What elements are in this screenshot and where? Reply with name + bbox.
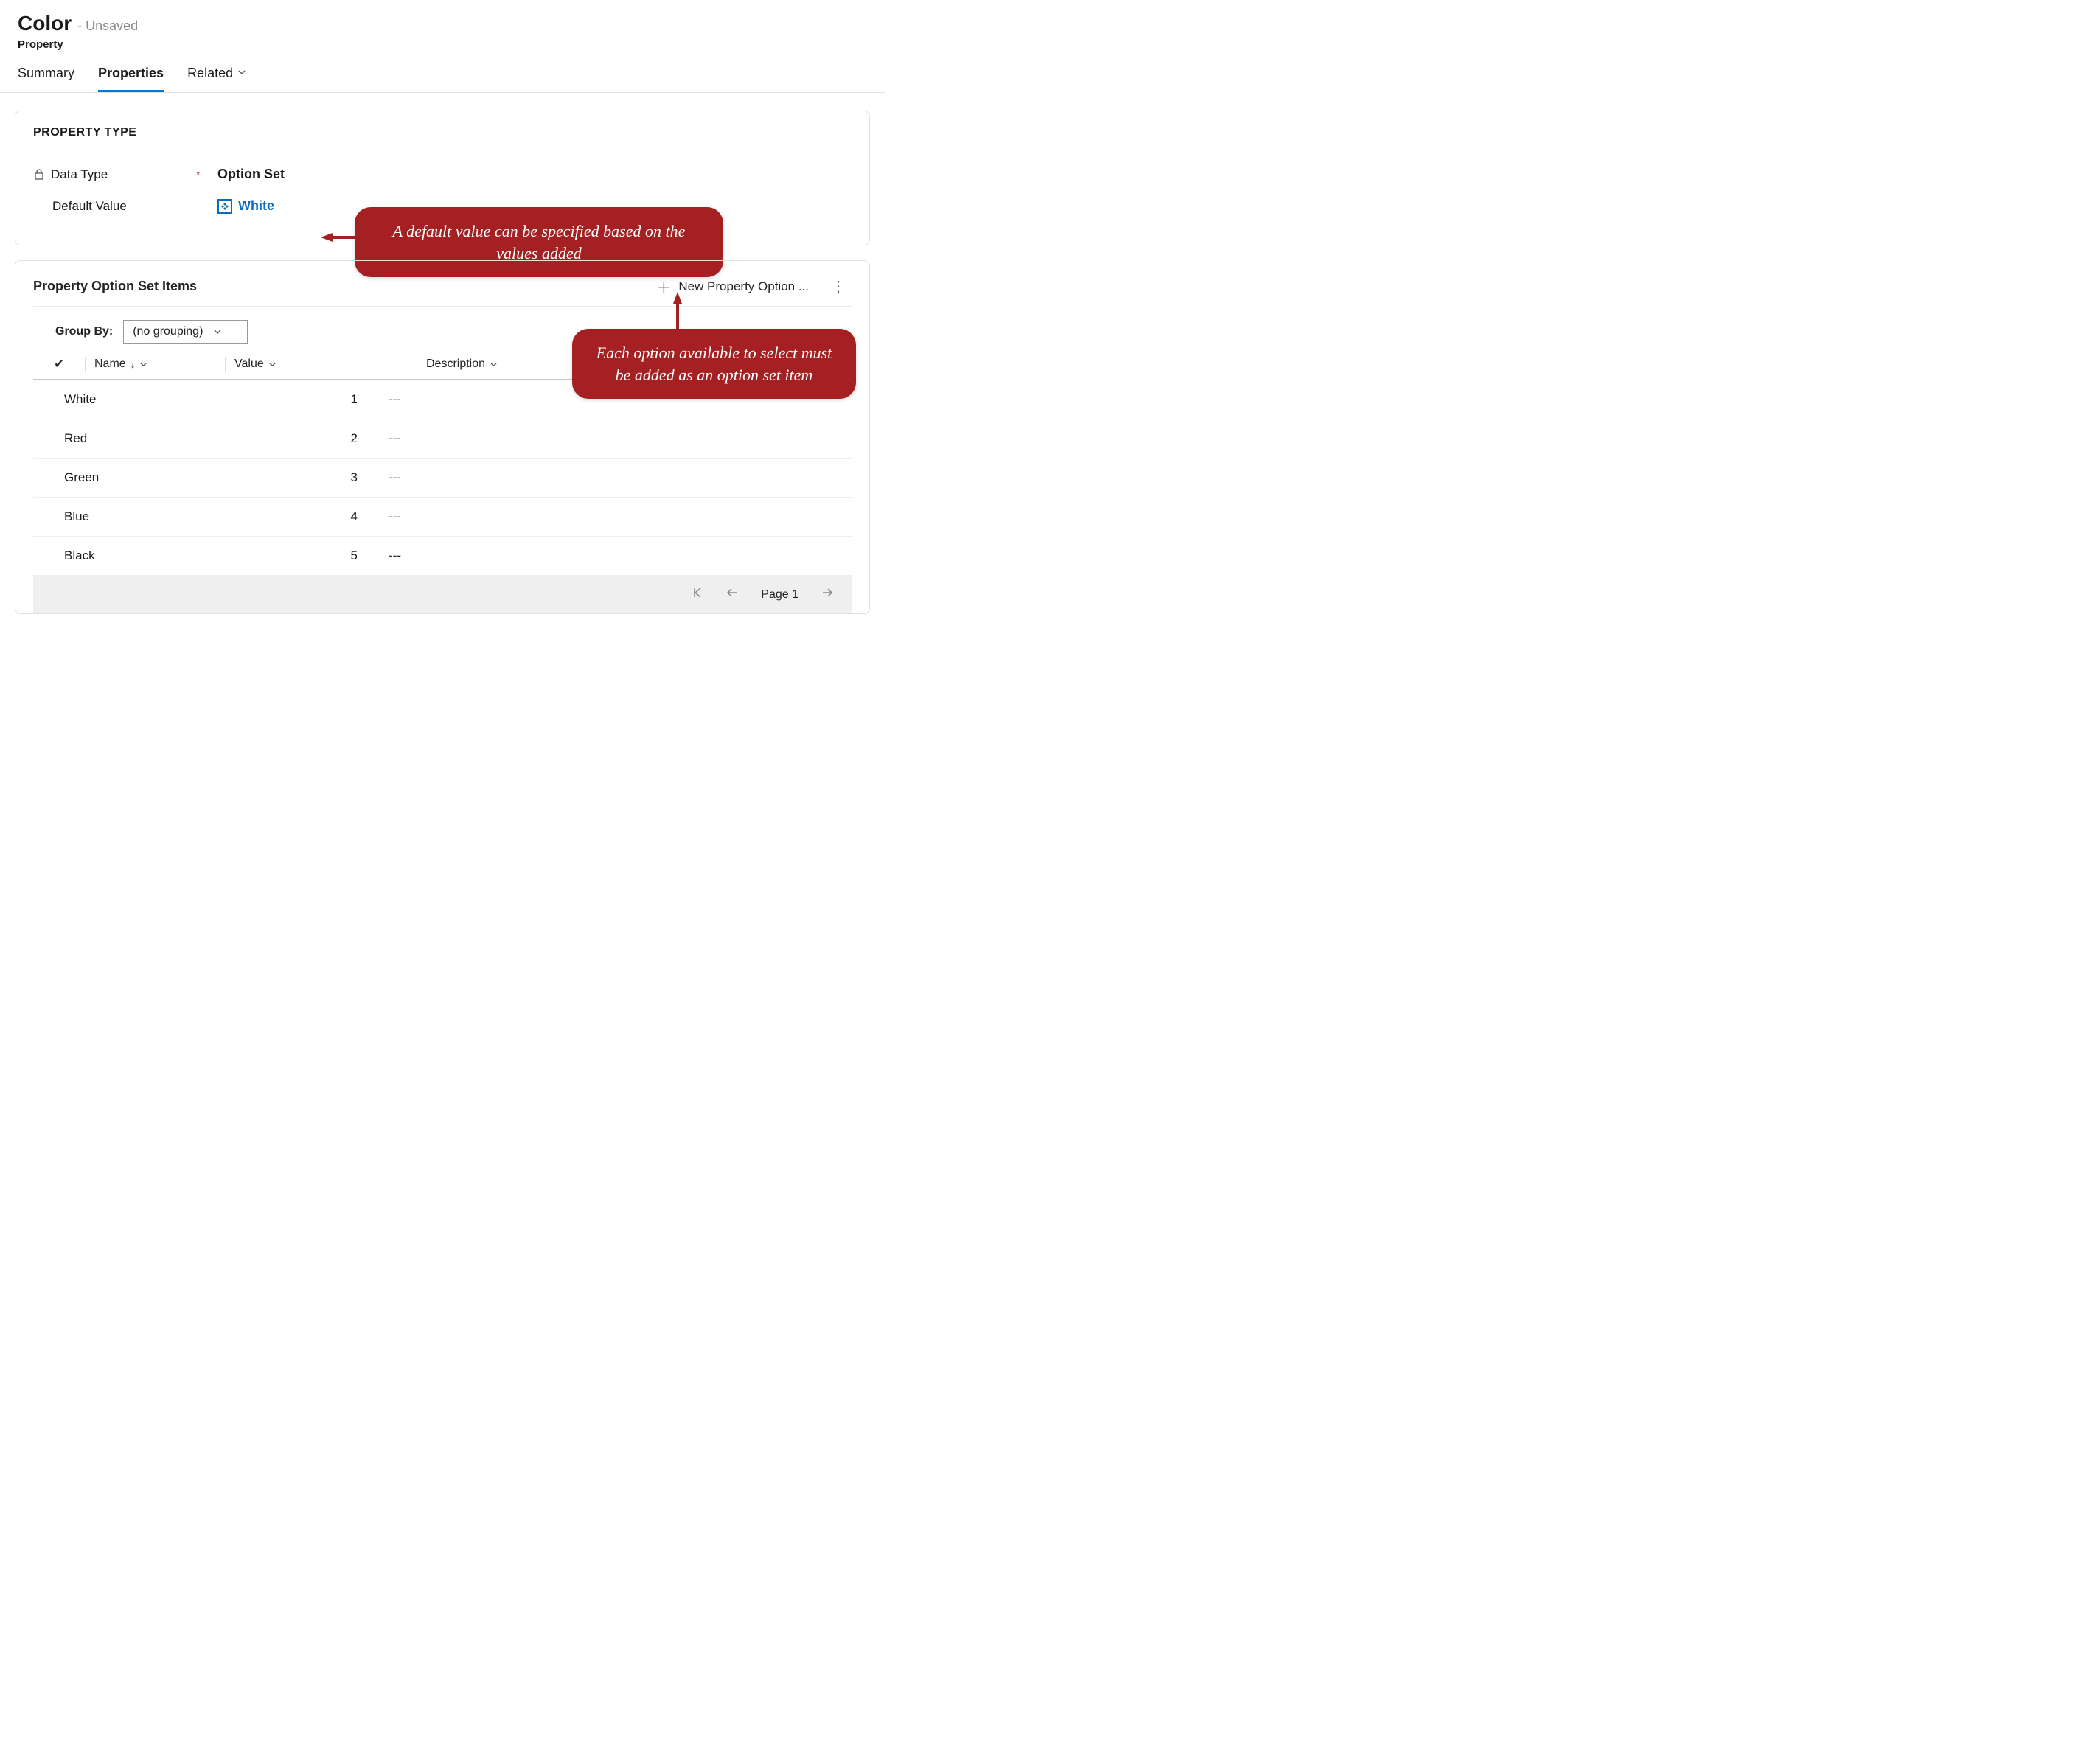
cell-description: --- [380,431,852,446]
pager-page-label: Page 1 [761,588,798,602]
cell-value: 1 [225,392,380,407]
table-row[interactable]: Green3--- [33,459,852,498]
pager-prev-button[interactable] [725,586,739,603]
tab-properties-label: Properties [98,66,164,81]
table-row[interactable]: Black5--- [33,537,852,576]
select-all-column[interactable]: ✔ [33,357,85,372]
required-indicator: * [196,170,200,180]
data-type-value[interactable]: Option Set [218,167,285,182]
cell-name: Green [33,470,225,485]
plus-icon: ＋ [656,276,671,297]
column-name-label: Name [94,358,126,371]
cell-description: --- [380,548,852,563]
form-header: Color - Unsaved Property [0,0,885,51]
pager-first-button[interactable] [690,586,703,603]
group-by-label: Group By: [55,325,113,338]
tab-summary-label: Summary [18,66,74,81]
tab-related-label: Related [187,66,233,81]
grid-pager: Page 1 [33,576,852,613]
chevron-down-icon [213,327,222,336]
new-property-option-label: New Property Option ... [678,279,809,294]
subgrid-title: Property Option Set Items [33,279,197,294]
option-set-items-section: Property Option Set Items ＋ New Property… [15,260,870,614]
check-icon: ✔ [54,358,63,371]
tab-summary[interactable]: Summary [18,66,74,92]
page-title: Color [18,12,72,35]
cell-name: White [33,392,225,407]
annotation-new-option: Each option available to select must be … [572,329,856,399]
table-row[interactable]: Blue4--- [33,498,852,537]
sort-down-icon: ↓ [130,359,136,370]
tab-related[interactable]: Related [187,66,246,92]
subgrid-header: Property Option Set Items ＋ New Property… [33,276,852,307]
property-type-section: PROPERTY TYPE Data Type * Option Set Def… [15,111,870,245]
column-description-label: Description [426,358,485,371]
data-type-label: Data Type [51,167,108,182]
tab-list: Summary Properties Related [0,51,885,93]
column-header-name[interactable]: Name ↓ [85,357,225,372]
cell-value: 3 [225,470,380,485]
data-type-field: Data Type * Option Set [33,167,852,182]
default-value-lookup[interactable]: White [218,198,274,214]
option-set-icon [218,199,232,214]
column-header-value[interactable]: Value [225,357,417,372]
annotation-default-value-text: A default value can be specified based o… [393,222,686,262]
cell-value: 5 [225,548,380,563]
table-row[interactable]: Red2--- [33,419,852,459]
tab-properties[interactable]: Properties [98,66,164,92]
group-by-select[interactable]: (no grouping) [123,320,248,344]
chevron-down-icon [490,360,498,369]
cell-description: --- [380,509,852,524]
default-value-label: Default Value [52,199,127,214]
lock-icon [33,169,45,181]
pager-next-button[interactable] [821,586,834,603]
chevron-down-icon [237,68,246,79]
chevron-down-icon [139,360,147,369]
cell-name: Black [33,548,225,563]
cell-name: Blue [33,509,225,524]
cell-description: --- [380,470,852,485]
unsaved-status: - Unsaved [77,18,138,34]
default-value-text: White [238,198,274,214]
group-by-value: (no grouping) [133,325,203,338]
cell-name: Red [33,431,225,446]
annotation-new-option-text: Each option available to select must be … [596,344,832,384]
entity-label: Property [18,38,867,51]
section-heading: PROPERTY TYPE [33,126,852,150]
column-value-label: Value [234,358,264,371]
annotation-arrow-line [676,302,679,332]
cell-value: 2 [225,431,380,446]
cell-value: 4 [225,509,380,524]
more-commands-button[interactable]: ⋮ [825,277,852,296]
chevron-down-icon [268,360,276,369]
